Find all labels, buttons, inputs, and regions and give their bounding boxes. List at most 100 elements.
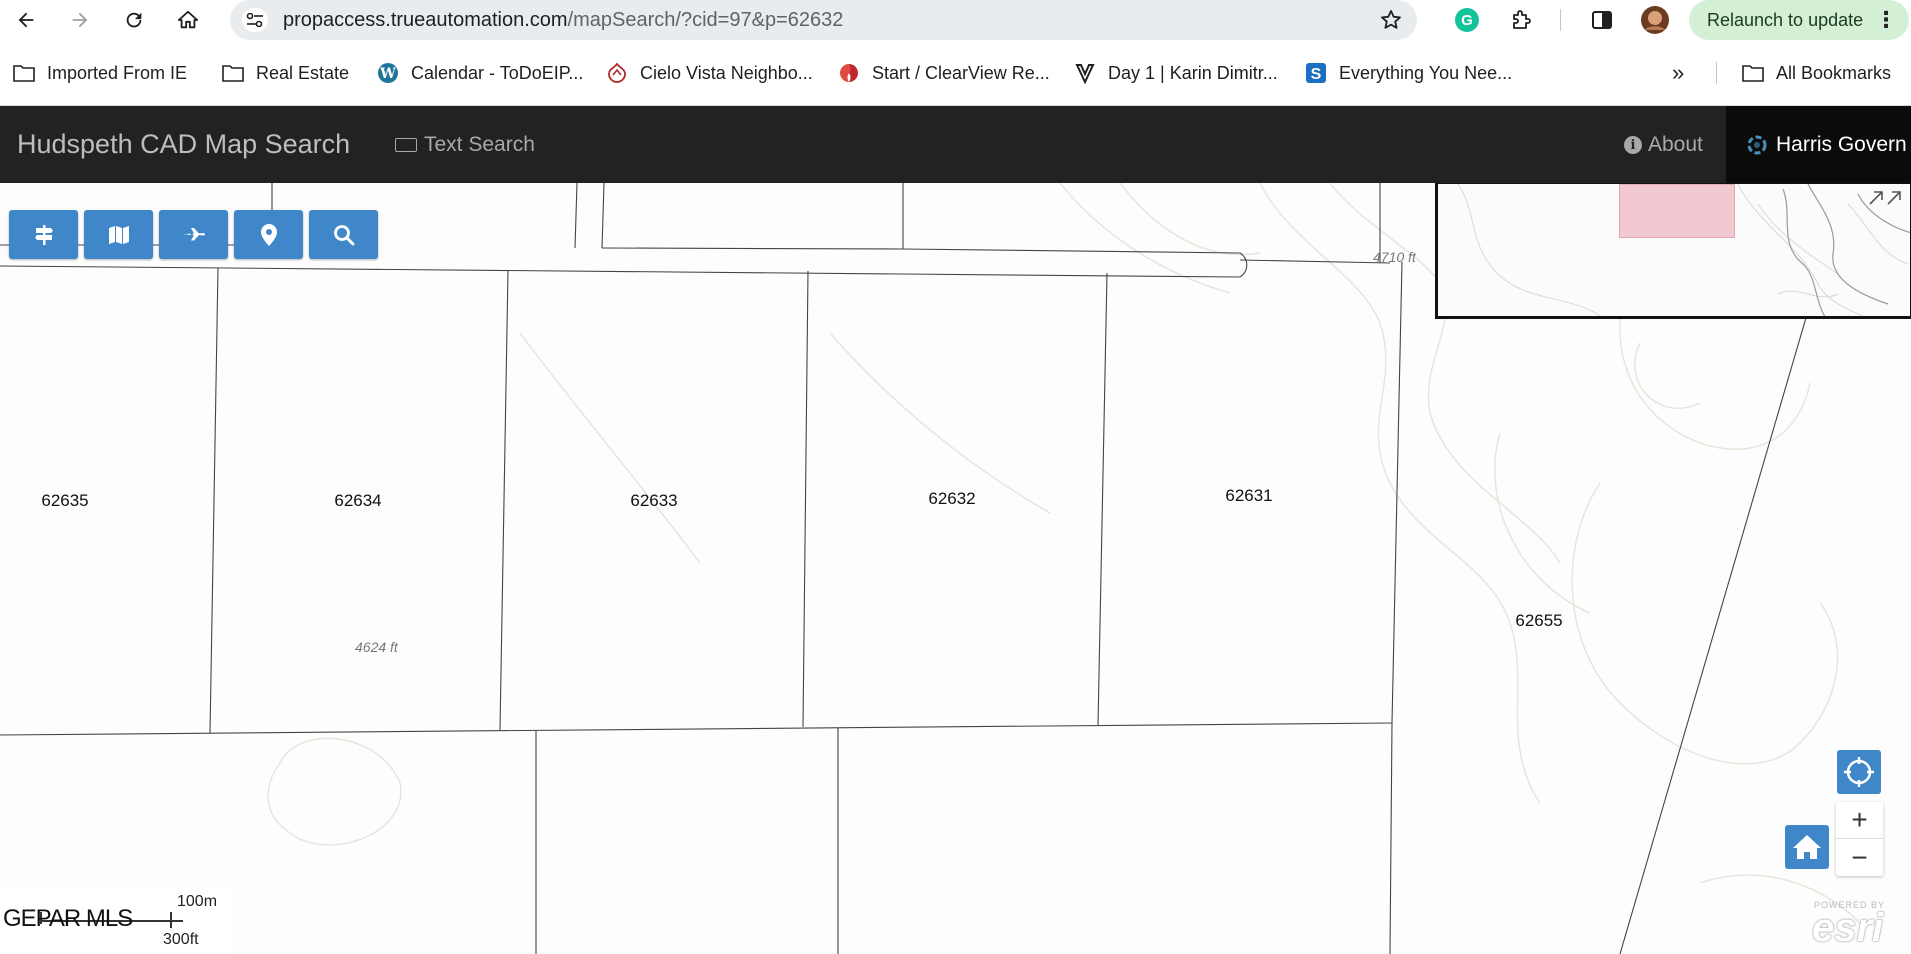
parcel-label[interactable]: 62633 [630, 491, 677, 511]
parcel-label[interactable]: 62635 [41, 491, 88, 511]
bookmark-item[interactable]: Cielo Vista Neighbo... [606, 56, 813, 90]
bookmark-item[interactable]: S Everything You Nee... [1305, 56, 1512, 90]
wordpress-icon: W [377, 62, 399, 84]
url-text[interactable]: propaccess.trueautomation.com/mapSearch/… [283, 9, 843, 32]
bookmarks-bar: Imported From IE Real Estate W Calendar … [0, 56, 1911, 90]
overview-extent-box[interactable] [1619, 184, 1735, 238]
parcel-label[interactable]: 62631 [1225, 486, 1272, 506]
extensions-button[interactable] [1507, 6, 1535, 34]
folder-icon [13, 62, 35, 84]
bookmarks-separator [1716, 62, 1717, 84]
map-toolbar [9, 210, 378, 259]
all-bookmarks-label: All Bookmarks [1776, 62, 1892, 83]
scale-imperial-label: 300ft [163, 931, 199, 948]
bookmark-item[interactable]: Real Estate [222, 56, 349, 90]
bookmark-item[interactable]: Start / ClearView Re... [838, 56, 1050, 90]
scale-metric-label: 100m [177, 893, 218, 910]
clearview-icon [838, 62, 860, 84]
home-page-button[interactable] [172, 4, 204, 36]
keyboard-icon [395, 138, 417, 152]
svg-text:W: W [379, 66, 396, 82]
map-layers-button[interactable] [84, 210, 153, 259]
scale-tick [170, 912, 172, 928]
forward-button[interactable] [64, 4, 96, 36]
search-icon [333, 224, 354, 245]
default-extent-button[interactable] [1785, 825, 1829, 869]
grammarly-extension-button[interactable]: G [1453, 6, 1481, 34]
info-icon: i [1624, 136, 1642, 154]
s-logo-icon: S [1305, 62, 1327, 84]
overview-map[interactable] [1435, 183, 1911, 319]
about-link[interactable]: i About [1624, 133, 1703, 157]
v-logo-icon [1074, 62, 1096, 84]
elevation-label: 4710 ft [1373, 249, 1416, 265]
map-marker-icon [260, 223, 277, 246]
map-icon [108, 225, 129, 244]
app-title[interactable]: Hudspeth CAD Map Search [17, 129, 350, 160]
map-search-button[interactable] [309, 210, 378, 259]
arrow-left-icon [18, 12, 34, 28]
profile-avatar-button[interactable] [1641, 6, 1669, 34]
svg-text:G: G [1461, 12, 1473, 29]
relaunch-to-update-button[interactable]: Relaunch to update ⋮ [1689, 0, 1909, 40]
text-search-label: Text Search [424, 133, 535, 156]
zoom-out-button[interactable]: − [1836, 839, 1883, 876]
esri-wordmark: esri [1812, 906, 1884, 950]
about-label: About [1648, 133, 1703, 156]
grammarly-icon: G [1455, 8, 1479, 32]
map-view[interactable]: 62635 62634 62633 62632 62631 62655 4710… [0, 183, 1911, 954]
esri-logo[interactable]: POWERED BY esri [1810, 898, 1910, 954]
minus-icon: − [1851, 841, 1868, 873]
back-button[interactable] [10, 4, 42, 36]
address-bar[interactable]: propaccess.trueautomation.com/mapSearch/… [230, 0, 1417, 40]
zoom-control: + − [1836, 802, 1883, 876]
side-panel-button[interactable] [1588, 6, 1616, 34]
cielo-vista-icon [606, 62, 628, 84]
airplane-icon [182, 227, 205, 240]
bookmark-star-button[interactable] [1379, 8, 1403, 37]
bookmark-item[interactable]: Imported From IE [13, 56, 187, 90]
side-panel-icon [1592, 11, 1612, 29]
bookmark-item[interactable]: W Calendar - ToDoEIP... [377, 56, 583, 90]
road-sign-icon [34, 224, 53, 245]
app-navbar: Hudspeth CAD Map Search Text Search i Ab… [0, 106, 1911, 183]
bookmark-label: Imported From IE [47, 62, 188, 83]
bookmark-item[interactable]: Day 1 | Karin Dimitr... [1074, 56, 1278, 90]
elevation-label: 4624 ft [355, 639, 398, 655]
reload-button[interactable] [118, 4, 150, 36]
parcel-label[interactable]: 62655 [1515, 611, 1562, 631]
overview-toggle-button[interactable] [1868, 186, 1904, 212]
home-icon [1793, 835, 1821, 859]
bookmark-label: Day 1 | Karin Dimitr... [1108, 62, 1278, 83]
url-path: /mapSearch/?cid=97&p=62632 [567, 9, 844, 31]
more-menu-icon[interactable]: ⋮ [1875, 7, 1897, 33]
all-bookmarks-button[interactable]: All Bookmarks [1742, 56, 1891, 90]
text-search-link[interactable]: Text Search [395, 133, 535, 157]
bookmarks-overflow-button[interactable]: » [1672, 56, 1684, 90]
relaunch-label: Relaunch to update [1707, 9, 1864, 30]
plus-icon: + [1851, 804, 1868, 835]
harris-govern-brand[interactable]: Harris Govern [1726, 106, 1911, 183]
tune-icon [246, 13, 263, 27]
site-info-button[interactable] [242, 8, 268, 32]
harris-logo-icon [1747, 135, 1767, 154]
reload-icon [126, 12, 142, 28]
aerial-imagery-button[interactable] [159, 210, 228, 259]
puzzle-icon [1513, 10, 1531, 29]
geolocate-button[interactable] [1837, 750, 1881, 794]
road-sign-button[interactable] [9, 210, 78, 259]
expand-arrows-icon [1869, 191, 1901, 205]
harris-govern-label: Harris Govern [1776, 132, 1907, 156]
folder-icon [222, 62, 244, 84]
parcel-label[interactable]: 62632 [928, 489, 975, 509]
parcel-label[interactable]: 62634 [334, 491, 381, 511]
bookmark-label: Real Estate [256, 62, 350, 83]
browser-toolbar: propaccess.trueautomation.com/mapSearch/… [0, 0, 1911, 40]
svg-text:S: S [1311, 66, 1322, 83]
zoom-in-button[interactable]: + [1836, 802, 1883, 839]
url-host: propaccess.trueautomation.com [283, 9, 568, 31]
locate-marker-button[interactable] [234, 210, 303, 259]
bookmark-label: Start / ClearView Re... [872, 62, 1050, 83]
arrow-right-icon [72, 12, 88, 28]
mls-watermark: GEPAR MLS [3, 905, 133, 932]
